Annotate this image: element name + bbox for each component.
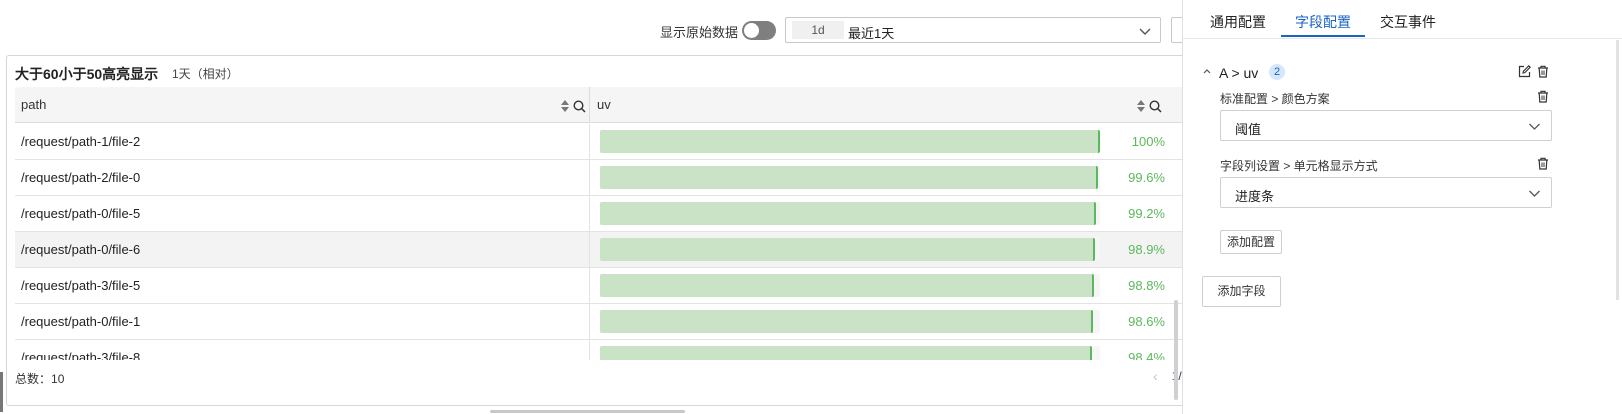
progress-bar-fill [600, 310, 1093, 333]
chevron-down-icon [1139, 28, 1151, 35]
progress-bar-fill [600, 238, 1095, 261]
progress-percent: 98.9% [1128, 242, 1165, 257]
edit-icon[interactable] [1518, 65, 1531, 78]
chevron-down-icon [1529, 190, 1540, 197]
config-item-label: 字段列设置 > 单元格显示方式 [1220, 159, 1378, 173]
column-divider [589, 196, 590, 232]
table-row[interactable]: /request/path-1/file-2 100% [15, 124, 1211, 160]
progress-bar [600, 238, 1100, 261]
search-icon[interactable] [573, 99, 586, 113]
column-divider [589, 268, 590, 304]
search-icon[interactable] [1149, 99, 1162, 113]
progress-bar [600, 274, 1100, 297]
column-divider [589, 124, 590, 160]
progress-percent: 98.4% [1128, 350, 1165, 360]
column-divider [589, 304, 590, 340]
cell-path: /request/path-0/file-1 [21, 314, 141, 329]
dashboard-panel-area: 显示原始数据 1d 最近1天 应用 大于60小于50高亮显示 1天（相对） pa… [0, 0, 1225, 414]
config-sidebar: 通用配置 字段配置 交互事件 A > uv 2 标准配置 > 颜色方案 阈值 字… [1182, 0, 1622, 414]
cell-path: /request/path-3/file-5 [21, 278, 141, 293]
progress-percent: 98.6% [1128, 314, 1165, 329]
column-divider [589, 340, 590, 360]
active-tab-indicator [1281, 35, 1365, 37]
progress-percent: 99.2% [1128, 206, 1165, 221]
progress-bar-fill [600, 274, 1094, 297]
progress-percent: 99.6% [1128, 170, 1165, 185]
sort-icon[interactable] [1137, 100, 1145, 112]
progress-bar [600, 310, 1100, 333]
add-config-button[interactable]: 添加配置 [1220, 230, 1282, 254]
table-row[interactable]: /request/path-0/file-5 99.2% [15, 196, 1211, 232]
config-count-badge: 2 [1269, 64, 1285, 80]
table-row[interactable]: /request/path-0/file-1 98.6% [15, 304, 1211, 340]
cell-path: /request/path-3/file-8 [21, 350, 141, 360]
trash-icon[interactable] [1537, 90, 1549, 103]
progress-bar-fill [600, 130, 1100, 153]
horizontal-scrollbar[interactable] [490, 410, 685, 413]
table-row[interactable]: /request/path-0/file-6 98.9% [15, 232, 1211, 268]
resize-handle[interactable] [0, 372, 3, 412]
progress-bar [600, 202, 1100, 225]
panel-time-subtitle: 1天（相对） [172, 67, 239, 81]
config-item-label: 标准配置 > 颜色方案 [1220, 92, 1330, 106]
table-panel: 大于60小于50高亮显示 1天（相对） path uv /request/pat… [6, 55, 1218, 406]
prev-page-icon[interactable]: ‹ [1153, 368, 1158, 384]
tab-interaction-events[interactable]: 交互事件 [1380, 12, 1436, 32]
total-count: 总数：10 [15, 372, 65, 386]
column-header-uv: uv [597, 97, 611, 112]
table-body: /request/path-1/file-2 100%/request/path-… [15, 124, 1211, 360]
cell-path: /request/path-1/file-2 [21, 134, 141, 149]
config-tabs: 通用配置 字段配置 交互事件 [1183, 0, 1622, 39]
table-row[interactable]: /request/path-2/file-0 99.6% [15, 160, 1211, 196]
progress-percent: 100% [1131, 134, 1165, 149]
trash-icon[interactable] [1537, 65, 1549, 78]
time-range-tag: 1d [792, 21, 844, 39]
chevron-up-icon[interactable] [1202, 66, 1212, 76]
progress-bar-fill [600, 346, 1092, 360]
raw-data-toggle[interactable] [742, 21, 776, 40]
column-divider [589, 232, 590, 268]
progress-bar [600, 130, 1100, 153]
time-range-select[interactable]: 1d 最近1天 [785, 17, 1161, 43]
table-row[interactable]: /request/path-3/file-5 98.8% [15, 268, 1211, 304]
toolbar: 显示原始数据 1d 最近1天 应用 [0, 17, 1225, 43]
raw-data-label: 显示原始数据 [660, 25, 739, 40]
panel-title: 大于60小于50高亮显示 [15, 66, 159, 82]
cell-path: /request/path-0/file-5 [21, 206, 141, 221]
cell-path: /request/path-0/file-6 [21, 242, 141, 257]
toggle-knob [744, 23, 759, 38]
progress-percent: 98.8% [1128, 278, 1165, 293]
field-group-title[interactable]: A > uv [1219, 65, 1258, 81]
table-row[interactable]: /request/path-3/file-8 98.4% [15, 340, 1211, 360]
column-divider [589, 160, 590, 196]
cell-path: /request/path-2/file-0 [21, 170, 141, 185]
tab-general-config[interactable]: 通用配置 [1210, 12, 1266, 32]
chevron-down-icon [1529, 123, 1540, 130]
progress-bar-fill [600, 202, 1096, 225]
select-value: 阈值 [1235, 122, 1262, 137]
add-field-button[interactable]: 添加字段 [1202, 276, 1281, 307]
tab-field-config[interactable]: 字段配置 [1295, 12, 1351, 32]
progress-bar [600, 346, 1100, 360]
sidebar-scrollbar[interactable] [1616, 40, 1619, 300]
select-value: 进度条 [1235, 189, 1275, 204]
time-range-value: 最近1天 [848, 26, 895, 41]
vertical-scrollbar[interactable] [1174, 300, 1178, 400]
color-scheme-select[interactable]: 阈值 [1220, 110, 1552, 141]
trash-icon[interactable] [1537, 157, 1549, 170]
progress-bar [600, 166, 1100, 189]
progress-bar-fill [600, 166, 1098, 189]
table-header: path uv [15, 87, 1211, 123]
cell-display-select[interactable]: 进度条 [1220, 177, 1552, 208]
sort-icon[interactable] [561, 100, 569, 112]
column-divider[interactable] [589, 87, 590, 123]
column-header-path: path [21, 97, 47, 112]
